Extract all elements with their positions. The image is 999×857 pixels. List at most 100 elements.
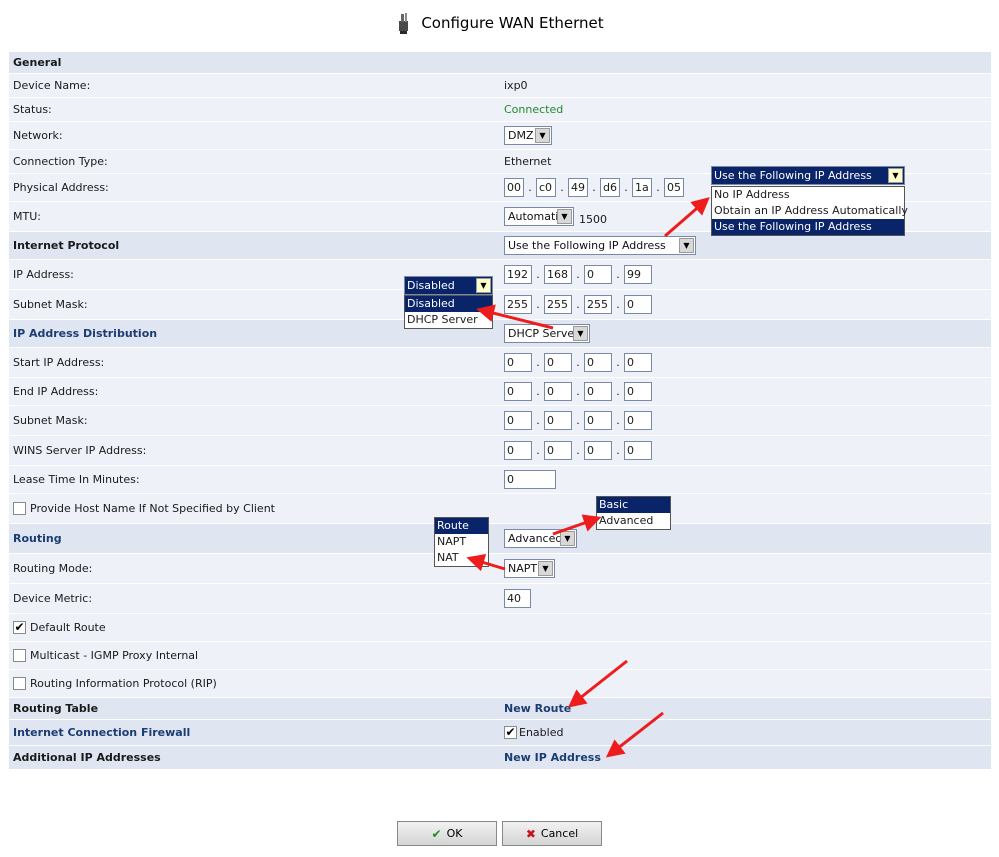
ip-octet-field[interactable]: 0 [544, 353, 572, 372]
status-label: Status: [13, 103, 52, 116]
distribution-option[interactable]: Disabled [405, 296, 492, 312]
wins-row: WINS Server IP Address: 0. 0. 0. 0 [9, 436, 991, 466]
ip-octet-field[interactable]: 0 [624, 382, 652, 401]
ip-octet-field[interactable]: 0 [624, 441, 652, 460]
ok-button-label: OK [446, 827, 463, 840]
physical-address-label: Physical Address: [13, 181, 109, 194]
rip-checkbox[interactable] [13, 677, 26, 690]
routing-mode-row: Routing Mode: NAPT ▼ [9, 554, 991, 584]
ip-octet-field[interactable]: 0 [584, 441, 612, 460]
ip-octet-field[interactable]: 0 [624, 353, 652, 372]
ip-distribution-row: IP Address Distribution DHCP Server ▼ [9, 320, 991, 348]
routing-level-option[interactable]: Advanced [597, 513, 670, 529]
ip-address-fields: 192. 168. 0. 99 [504, 265, 652, 284]
status-value: Connected [504, 103, 564, 116]
ip-octet-field[interactable]: 0 [544, 411, 572, 430]
mac-octet-field[interactable]: c0 [536, 178, 556, 197]
end-ip-label: End IP Address: [13, 385, 99, 398]
ip-mode-select[interactable]: Use the Following IP Address ▼ [504, 236, 696, 255]
ip-octet-field[interactable]: 255 [584, 295, 612, 314]
lease-time-label: Lease Time In Minutes: [13, 473, 140, 486]
multicast-label: Multicast - IGMP Proxy Internal [30, 649, 199, 662]
routing-mode-label: Routing Mode: [13, 562, 93, 575]
subnet-mask-row: Subnet Mask: 255. 255. 255. 0 [9, 290, 991, 320]
ip-octet-field[interactable]: 99 [624, 265, 652, 284]
cancel-button[interactable]: ✖ Cancel [502, 821, 602, 846]
distribution-select[interactable]: DHCP Server ▼ [504, 324, 590, 343]
distribution-dropdown-list: Disabled DHCP Server [404, 295, 493, 329]
ip-octet-field[interactable]: 192 [504, 265, 532, 284]
mac-octet-field[interactable]: 00 [504, 178, 524, 197]
routing-mode-value: NAPT [508, 562, 538, 575]
ip-octet-field[interactable]: 0 [504, 382, 532, 401]
octet-separator: . [656, 181, 660, 194]
ip-mode-option[interactable]: Obtain an IP Address Automatically [712, 203, 908, 219]
routing-level-select[interactable]: Advanced ▼ [504, 529, 577, 548]
ok-button[interactable]: ✔ OK [397, 821, 497, 846]
new-ip-address-link[interactable]: New IP Address [504, 751, 601, 764]
firewall-row: Internet Connection Firewall ✔ Enabled [9, 720, 991, 746]
mtu-value: 1500 [579, 212, 607, 226]
routing-mode-option[interactable]: NAPT [435, 534, 488, 550]
close-icon: ✖ [525, 826, 536, 841]
ip-octet-field[interactable]: 0 [584, 382, 612, 401]
octet-separator: . [616, 385, 620, 398]
distribution-option[interactable]: DHCP Server [405, 312, 492, 328]
ip-mode-value: Use the Following IP Address [508, 239, 666, 252]
ip-octet-field[interactable]: 0 [544, 441, 572, 460]
ip-octet-field[interactable]: 255 [544, 295, 572, 314]
mac-octet-field[interactable]: 49 [568, 178, 588, 197]
routing-level-option[interactable]: Basic [597, 497, 670, 513]
mac-octet-field[interactable]: d6 [600, 178, 620, 197]
octet-separator: . [536, 298, 540, 311]
lease-time-row: Lease Time In Minutes: 0 [9, 466, 991, 494]
multicast-checkbox[interactable] [13, 649, 26, 662]
ip-mode-option[interactable]: Use the Following IP Address [712, 219, 904, 235]
routing-mode-option[interactable]: NAT [435, 550, 488, 566]
device-metric-input[interactable]: 40 [504, 589, 531, 608]
routing-mode-option[interactable]: Route [435, 518, 488, 534]
physical-address-fields: 00. c0. 49. d6. 1a. 05 [504, 178, 684, 197]
mtu-mode-select[interactable]: Automatic ▼ [504, 207, 574, 226]
ip-octet-field[interactable]: 0 [624, 295, 652, 314]
routing-mode-select[interactable]: NAPT ▼ [504, 559, 555, 578]
ip-octet-field[interactable]: 0 [544, 382, 572, 401]
octet-separator: . [576, 385, 580, 398]
firewall-label: Internet Connection Firewall [13, 726, 191, 739]
dist-subnet-label: Subnet Mask: [13, 414, 88, 427]
start-ip-label: Start IP Address: [13, 356, 105, 369]
ip-octet-field[interactable]: 0 [584, 411, 612, 430]
device-name-label: Device Name: [13, 79, 91, 92]
ip-octet-field[interactable]: 168 [544, 265, 572, 284]
octet-separator: . [576, 414, 580, 427]
ip-octet-field[interactable]: 0 [624, 411, 652, 430]
ip-octet-field[interactable]: 255 [504, 295, 532, 314]
ip-distribution-header: IP Address Distribution [13, 327, 158, 340]
mac-octet-field[interactable]: 05 [664, 178, 684, 197]
ip-octet-field[interactable]: 0 [504, 353, 532, 372]
ip-octet-field[interactable]: 0 [504, 411, 532, 430]
network-select[interactable]: DMZ ▼ [504, 126, 552, 145]
distribution-popup-select[interactable]: Disabled ▼ [404, 276, 493, 295]
network-label: Network: [13, 129, 63, 142]
start-ip-row: Start IP Address: 0. 0. 0. 0 [9, 348, 991, 378]
provide-host-checkbox[interactable] [13, 502, 26, 515]
firewall-checkbox[interactable]: ✔ [504, 726, 517, 739]
ip-octet-field[interactable]: 0 [584, 353, 612, 372]
dist-subnet-fields: 0. 0. 0. 0 [504, 411, 652, 430]
default-route-checkbox[interactable]: ✔ [13, 621, 26, 634]
routing-table-row: Routing Table New Route [9, 698, 991, 720]
ip-octet-field[interactable]: 0 [584, 265, 612, 284]
general-header-row: General [9, 52, 991, 74]
mac-octet-field[interactable]: 1a [632, 178, 652, 197]
new-route-link[interactable]: New Route [504, 702, 571, 715]
ip-mode-option[interactable]: No IP Address [712, 187, 904, 203]
end-ip-row: End IP Address: 0. 0. 0. 0 [9, 378, 991, 406]
page-title-bar: Configure WAN Ethernet [0, 10, 999, 36]
lease-time-input[interactable]: 0 [504, 470, 556, 489]
distribution-popup-value: Disabled [407, 279, 455, 292]
ip-mode-popup-select[interactable]: Use the Following IP Address ▼ [711, 166, 905, 185]
octet-separator: . [576, 444, 580, 457]
ip-octet-field[interactable]: 0 [504, 441, 532, 460]
start-ip-fields: 0. 0. 0. 0 [504, 353, 652, 372]
